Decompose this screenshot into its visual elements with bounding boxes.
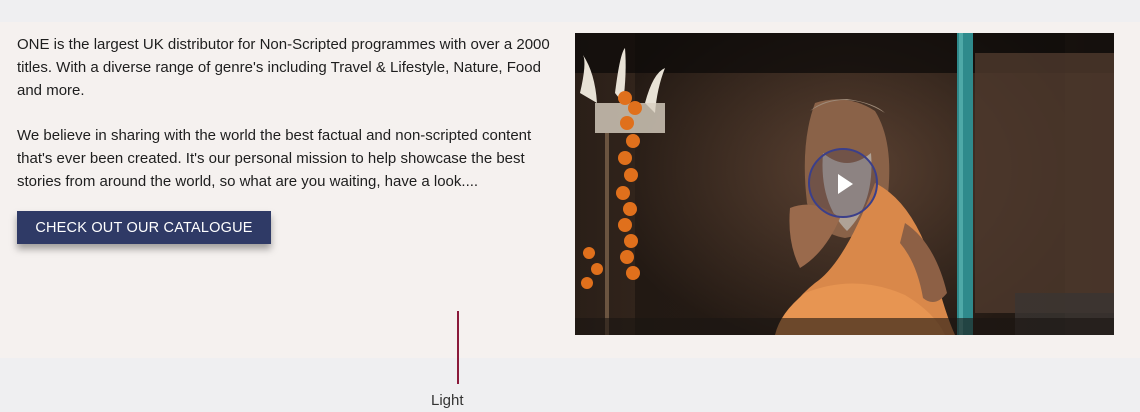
annotation-guide-line [457, 311, 459, 384]
intro-text: ONE is the largest UK distributor for No… [17, 33, 557, 193]
catalogue-button[interactable]: CHECK OUT OUR CATALOGUE [17, 211, 271, 244]
top-strip [0, 0, 1140, 22]
video-player[interactable] [575, 33, 1114, 335]
play-icon [838, 174, 853, 194]
intro-section: ONE is the largest UK distributor for No… [0, 22, 1140, 358]
intro-paragraph-2: We believe in sharing with the world the… [17, 127, 532, 190]
intro-paragraph-1: ONE is the largest UK distributor for No… [17, 36, 550, 99]
annotation-label: Light [431, 392, 464, 409]
play-button[interactable] [808, 148, 878, 218]
